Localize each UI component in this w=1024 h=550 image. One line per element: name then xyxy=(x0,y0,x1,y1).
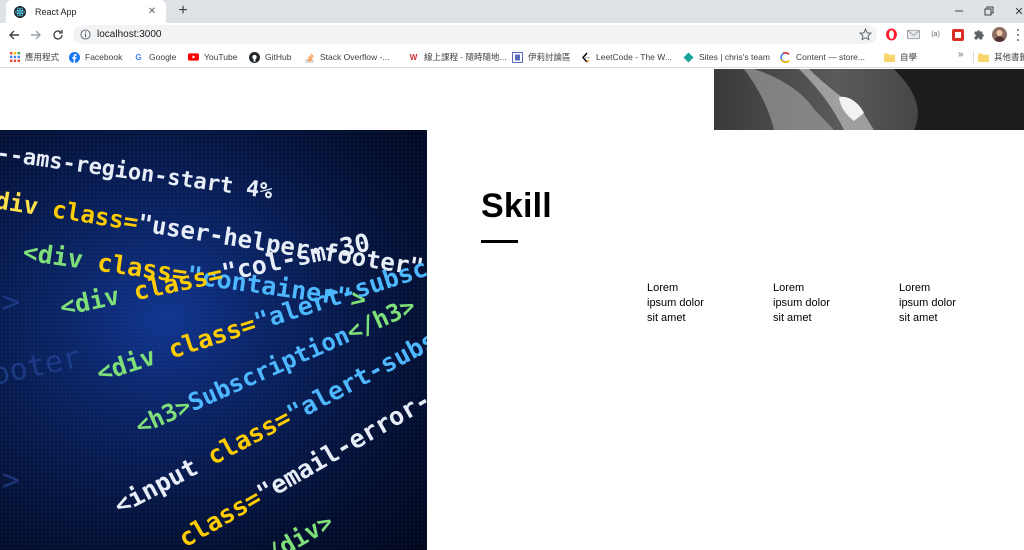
url-text[interactable]: localhost:3000 xyxy=(97,29,162,40)
minimize-window-icon[interactable] xyxy=(950,2,968,20)
bookmark-github[interactable]: GitHub xyxy=(249,49,291,65)
stackoverflow-icon xyxy=(304,52,315,63)
skill-item-line: Lorem xyxy=(899,282,931,294)
back-arrow-icon[interactable] xyxy=(5,26,23,44)
bookmark-label: Sites | chris's team xyxy=(699,52,770,62)
skill-item-line: sit amet xyxy=(773,312,812,324)
address-bar[interactable]: localhost:3000 xyxy=(73,25,877,44)
more-bookmarks-chevron-icon[interactable]: » xyxy=(958,49,964,60)
facebook-icon xyxy=(69,51,80,63)
folder-icon xyxy=(978,52,989,63)
profile-avatar[interactable] xyxy=(992,27,1007,42)
sites-icon xyxy=(683,52,694,63)
bookmark-leetcode[interactable]: LeetCode - The W... xyxy=(580,49,672,65)
svg-text:>: > xyxy=(2,285,20,320)
bookmark-content[interactable]: Content — store... xyxy=(780,49,865,65)
extension-a-icon[interactable]: (a) xyxy=(928,27,943,42)
bookmark-label: 其他書籤 xyxy=(994,52,1024,62)
bookmark-label: Stack Overflow -... xyxy=(320,52,390,62)
bookmarks-bar: 應用程式 Facebook G Google YouTube GitHub St… xyxy=(0,46,1024,68)
skill-item: Lorem ipsum dolor sit amet xyxy=(773,281,863,326)
extensions-puzzle-icon[interactable] xyxy=(971,27,986,42)
skill-item: Lorem ipsum dolor sit amet xyxy=(899,281,989,326)
apps-grid-icon xyxy=(9,52,20,63)
bookmark-label: Google xyxy=(149,52,177,62)
bookmark-label: LeetCode - The W... xyxy=(596,52,672,62)
bookmark-star-icon[interactable] xyxy=(859,28,872,41)
browser-tab-active[interactable]: React App ✕ xyxy=(6,0,166,23)
bookmark-folder-other[interactable]: 其他書籤 xyxy=(978,49,1024,65)
bookmark-label: 應用程式 xyxy=(25,52,60,62)
bookmark-google[interactable]: G Google xyxy=(133,49,176,65)
content-icon xyxy=(780,51,791,63)
leetcode-icon xyxy=(580,52,591,63)
extension-mail-icon[interactable] xyxy=(906,27,921,42)
bookmark-facebook[interactable]: Facebook xyxy=(69,49,122,65)
skill-section-title: Skill xyxy=(481,187,552,225)
bookmarks-divider xyxy=(973,51,974,63)
site-info-icon[interactable] xyxy=(80,29,91,40)
youtube-icon xyxy=(188,52,199,63)
bookmark-course[interactable]: W 線上課程 - 隨時隨地... xyxy=(408,49,507,65)
tab-strip: React App ✕ + ✕ xyxy=(0,0,1024,23)
bookmark-forum[interactable]: 伊莉討論區 xyxy=(512,49,571,65)
browser-toolbar: localhost:3000 (a) xyxy=(0,23,1024,46)
tab-close-icon[interactable]: ✕ xyxy=(146,6,158,18)
bookmark-youtube[interactable]: YouTube xyxy=(188,49,237,65)
svg-text:>: > xyxy=(2,463,20,498)
page-viewport: --ams-region-start 4% div class="user-hel… xyxy=(0,69,1024,550)
bookmark-stackoverflow[interactable]: Stack Overflow -... xyxy=(304,49,389,65)
tab-title: React App xyxy=(35,6,77,17)
forward-arrow-icon[interactable] xyxy=(27,26,45,44)
react-favicon-icon xyxy=(14,5,26,18)
forum-icon xyxy=(512,51,523,63)
bookmark-label: YouTube xyxy=(204,52,238,62)
title-underline xyxy=(481,240,518,243)
skill-item-line: Lorem xyxy=(773,282,805,294)
skill-item: Lorem ipsum dolor sit amet xyxy=(647,281,737,326)
folder-icon xyxy=(884,52,895,63)
new-tab-button[interactable]: + xyxy=(174,2,192,20)
skill-item-line: ipsum dolor xyxy=(773,297,830,309)
code-image-svg: --ams-region-start 4%div class="user-hel… xyxy=(0,130,427,550)
code-background-image: --ams-region-start 4% div class="user-hel… xyxy=(0,130,427,550)
bookmark-folder-self-study[interactable]: 自學 xyxy=(884,49,917,65)
bookmark-apps[interactable]: 應用程式 xyxy=(9,49,59,65)
google-icon: G xyxy=(135,52,142,62)
bookmark-label: GitHub xyxy=(265,52,292,62)
bookmark-label: Content — store... xyxy=(796,52,865,62)
reload-icon[interactable] xyxy=(49,26,67,44)
bookmark-label: 自學 xyxy=(900,52,918,62)
course-icon: W xyxy=(409,52,418,62)
skill-item-line: Lorem xyxy=(647,282,679,294)
bookmark-label: 線上課程 - 隨時隨地... xyxy=(424,52,507,62)
bookmark-label: 伊莉討論區 xyxy=(528,52,571,62)
skill-item-line: sit amet xyxy=(899,312,938,324)
bookmark-label: Facebook xyxy=(85,52,123,62)
hero-photo xyxy=(714,69,1024,130)
browser-menu-icon[interactable] xyxy=(1014,27,1022,42)
bookmark-sites[interactable]: Sites | chris's team xyxy=(683,49,770,65)
skill-item-line: ipsum dolor xyxy=(899,297,956,309)
extension-red-icon[interactable] xyxy=(950,27,965,42)
close-window-icon[interactable]: ✕ xyxy=(1010,2,1024,20)
opera-extension-icon[interactable] xyxy=(884,27,899,42)
skill-item-line: sit amet xyxy=(647,312,686,324)
restore-window-icon[interactable] xyxy=(980,2,998,20)
skill-item-line: ipsum dolor xyxy=(647,297,704,309)
github-icon xyxy=(249,51,260,63)
